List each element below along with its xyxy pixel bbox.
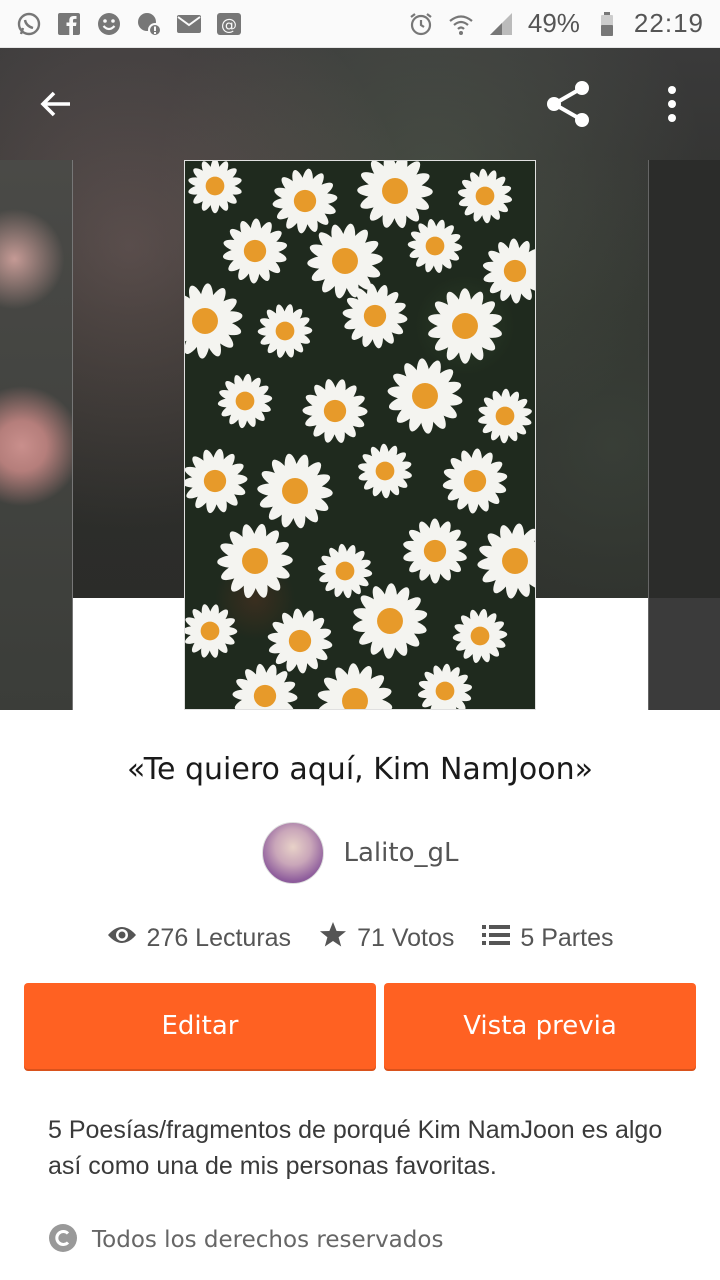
arrow-left-icon — [36, 84, 76, 129]
whatsapp-icon — [16, 11, 42, 37]
wifi-icon — [448, 11, 474, 37]
parts-stat[interactable]: 5 Partes — [482, 923, 613, 954]
back-button[interactable] — [28, 78, 84, 134]
at-icon: @ — [216, 11, 242, 37]
daisy-flower — [477, 523, 535, 599]
daisy-flower — [478, 388, 532, 444]
previous-story-cover[interactable] — [0, 160, 73, 710]
daisy-flower — [417, 663, 473, 709]
alarm-icon — [408, 11, 434, 37]
copyright-text: Todos los derechos reservados — [92, 1227, 444, 1253]
daisy-flower — [457, 168, 513, 224]
reads-stat: 276 Lecturas — [107, 923, 292, 953]
more-options-button[interactable] — [644, 78, 700, 134]
status-right-icons: 49% 22:19 — [408, 8, 704, 39]
daisy-flower — [428, 288, 502, 364]
daisy-flower — [403, 518, 467, 584]
star-icon — [319, 921, 347, 956]
mail-icon — [176, 11, 202, 37]
daisy-flower — [352, 583, 428, 659]
copyright-row: Todos los derechos reservados — [48, 1222, 443, 1258]
parts-count: 5 Partes — [520, 923, 614, 952]
author-name[interactable]: Lalito_gL — [344, 838, 459, 868]
daisy-flower — [317, 543, 373, 599]
daisy-flower — [302, 379, 368, 443]
reads-count: 276 Lecturas — [146, 923, 292, 952]
daisy-flower — [222, 218, 288, 284]
daisy-flower — [482, 238, 535, 304]
daisy-flower — [358, 443, 412, 499]
author-avatar[interactable] — [261, 822, 324, 884]
smiley-icon — [96, 11, 122, 37]
daisy-field-illustration — [185, 161, 535, 709]
daisy-flower — [257, 304, 313, 358]
next-story-cover[interactable] — [648, 160, 720, 710]
daisy-flower — [217, 373, 273, 429]
daisy-flower — [185, 604, 238, 658]
story-cover-image[interactable] — [184, 160, 536, 710]
daisy-flower — [267, 608, 333, 674]
daisy-flower — [452, 609, 508, 663]
preview-button[interactable]: Vista previa — [384, 983, 696, 1069]
signal-icon — [488, 11, 514, 37]
edit-button[interactable]: Editar — [24, 983, 376, 1069]
daisy-flower — [442, 448, 508, 514]
daisy-flower — [357, 161, 433, 229]
share-icon — [542, 78, 594, 135]
daisy-flower — [272, 168, 338, 234]
facebook-icon — [56, 11, 82, 37]
daisy-flower — [217, 523, 293, 599]
more-vertical-icon — [666, 84, 678, 129]
votes-stat: 71 Votos — [319, 921, 454, 956]
svg-text:@: @ — [221, 15, 237, 34]
daisy-flower — [188, 161, 242, 214]
notification-icon — [136, 11, 162, 37]
votes-count: 71 Votos — [357, 923, 455, 952]
battery-icon — [594, 11, 620, 37]
daisy-flower — [387, 358, 463, 434]
story-description: 5 Poesías/fragmentos de porqué Kim NamJo… — [48, 1116, 663, 1180]
list-icon — [482, 923, 511, 954]
clock: 22:19 — [633, 8, 704, 38]
status-bar: @ 49% 22:19 — [0, 0, 720, 48]
status-left-icons: @ — [16, 11, 242, 37]
daisy-flower — [407, 219, 463, 273]
daisy-flower — [257, 453, 333, 529]
daisy-flower — [317, 663, 393, 709]
eye-icon — [107, 924, 137, 953]
author-row[interactable]: Lalito_gL — [0, 822, 720, 884]
story-title: «Te quiero aquí, Kim NamJoon» — [127, 752, 593, 787]
story-stats: 276 Lecturas 71 Votos 5 Partes — [0, 918, 720, 958]
share-button[interactable] — [540, 78, 596, 134]
battery-percent: 49% — [527, 8, 580, 38]
daisy-flower — [185, 448, 248, 514]
copyright-icon — [48, 1223, 78, 1258]
daisy-flower — [185, 283, 243, 359]
